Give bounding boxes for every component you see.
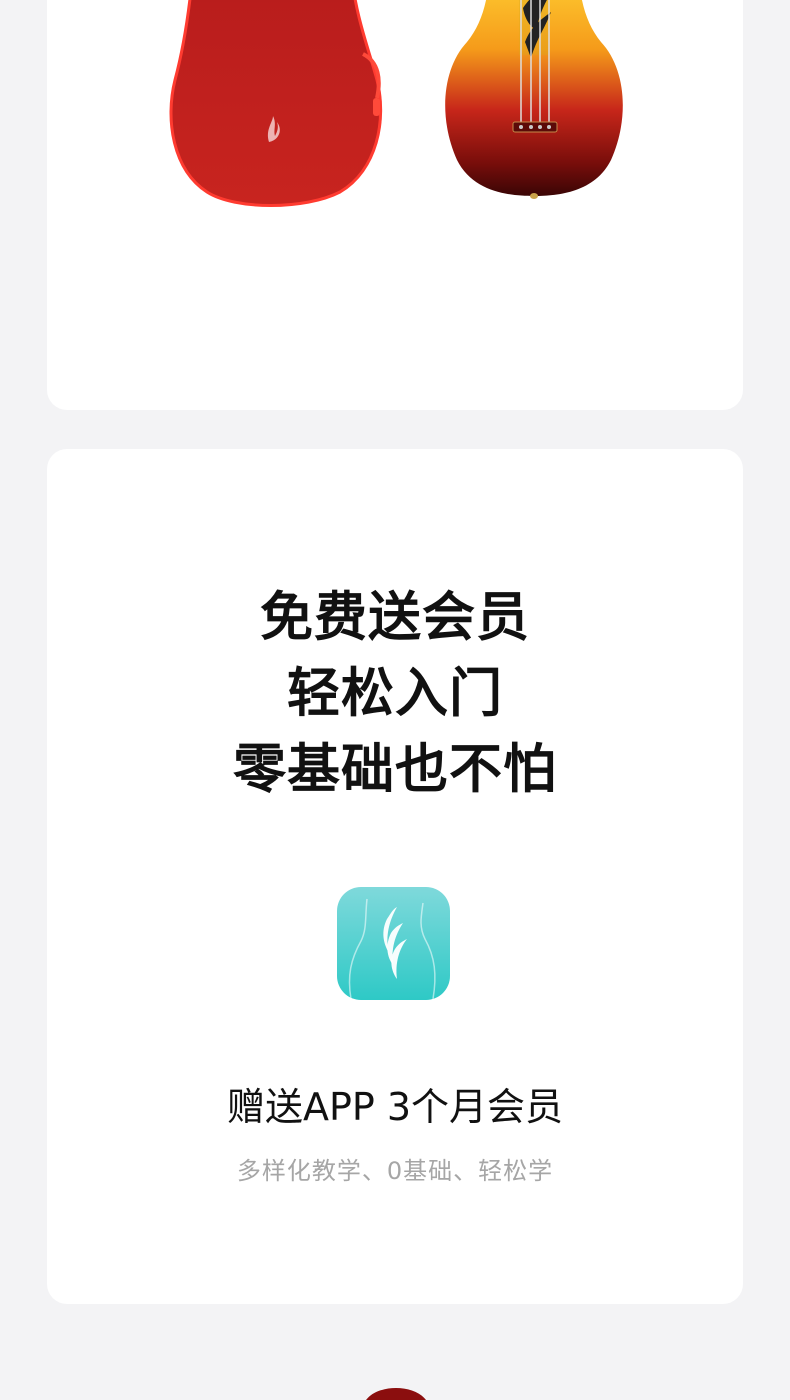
gift-title: 赠送APP 3个月会员 <box>226 1085 564 1129</box>
product-card <box>47 0 743 410</box>
promo-headline: 免费送会员 轻松入门 零基础也不怕 <box>47 580 743 808</box>
ukulele-app-icon[interactable] <box>337 887 450 1000</box>
headline-line-3: 零基础也不怕 <box>233 739 557 800</box>
section-decoration-icon <box>366 1388 426 1400</box>
gig-bag-image <box>169 0 383 207</box>
promo-card: 免费送会员 轻松入门 零基础也不怕 赠送APP 3个月会员 多样化教学、0基础、… <box>47 449 743 1304</box>
headline-line-2: 轻松入门 <box>287 663 503 724</box>
gift-subtitle: 多样化教学、0基础、轻松学 <box>236 1157 554 1185</box>
ukulele-image <box>445 0 623 199</box>
ukulele-logo-icon <box>348 898 436 1000</box>
headline-line-1: 免费送会员 <box>260 587 530 648</box>
